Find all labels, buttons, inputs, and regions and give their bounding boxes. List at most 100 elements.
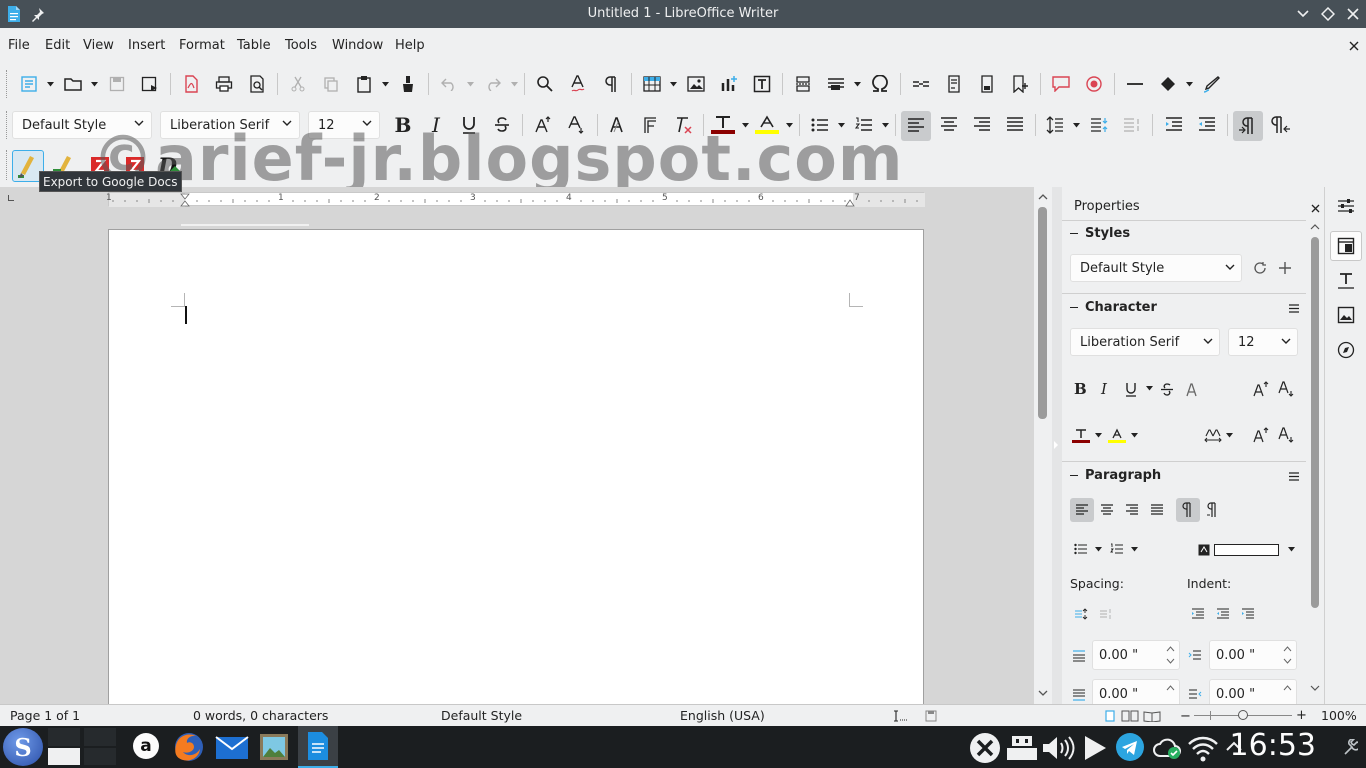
decrease-paragraph-spacing-icon[interactable]	[1118, 111, 1146, 139]
minimize-icon[interactable]	[1296, 8, 1310, 20]
zoom-slider-handle[interactable]	[1238, 710, 1248, 720]
spin-up-icon[interactable]	[1283, 646, 1292, 652]
insert-line-icon[interactable]	[1121, 70, 1149, 98]
insert-footnote-icon[interactable]	[940, 70, 968, 98]
multi-page-view-icon[interactable]	[1121, 710, 1139, 722]
vertical-scrollbar[interactable]	[1034, 187, 1052, 704]
sidebar-shrink-font-icon[interactable]	[1278, 381, 1294, 397]
below-spacing-icon[interactable]	[1072, 689, 1086, 701]
before-indent-field[interactable]: 0.00 "	[1209, 640, 1297, 670]
sidebar-ltr-icon[interactable]	[1176, 498, 1200, 522]
character-section-header[interactable]: Character	[1085, 300, 1157, 315]
scroll-up-icon[interactable]	[1310, 223, 1320, 230]
new-dropdown-icon[interactable]	[46, 70, 54, 98]
decrease-spacing-icon[interactable]	[1099, 608, 1113, 620]
horizontal-ruler[interactable]: 1 1 2 3 4 5 6 7	[106, 192, 925, 207]
sidebar-strikethrough-icon[interactable]	[1160, 382, 1174, 397]
close-window-icon[interactable]	[1346, 7, 1360, 21]
scroll-down-icon[interactable]	[1310, 685, 1320, 692]
cloud-sync-tray-icon[interactable]	[1152, 736, 1182, 760]
draw-functions-icon[interactable]	[1198, 70, 1226, 98]
new-document-icon[interactable]	[15, 70, 43, 98]
zoom-out-button[interactable]: −	[1180, 709, 1191, 724]
virtual-desktop-2[interactable]	[84, 728, 116, 746]
sidebar-bullets-icon[interactable]	[1074, 543, 1088, 555]
insert-textbox-icon[interactable]	[748, 70, 776, 98]
virtual-desktop-4[interactable]	[84, 748, 116, 765]
menu-edit[interactable]: Edit	[45, 38, 70, 53]
page-style[interactable]: Default Style	[441, 708, 522, 723]
sidebar-align-left-icon[interactable]	[1070, 498, 1094, 522]
undo-dropdown-icon[interactable]	[466, 70, 474, 98]
virtual-desktop-1[interactable]	[48, 728, 80, 746]
print-preview-icon[interactable]	[243, 70, 271, 98]
align-center-icon[interactable]	[935, 111, 963, 139]
more-options-icon[interactable]	[1289, 304, 1299, 313]
close-document-icon[interactable]	[1349, 41, 1359, 51]
sidebar-justify-icon[interactable]	[1150, 504, 1164, 516]
spin-down-icon[interactable]	[1283, 658, 1292, 664]
mail-app-icon[interactable]	[215, 733, 249, 761]
toolbar-grip[interactable]	[6, 111, 8, 139]
toolbar-grip[interactable]	[6, 150, 8, 180]
collapse-sidebar-icon[interactable]	[1053, 440, 1059, 450]
open-dropdown-icon[interactable]	[90, 70, 98, 98]
paragraph-section-header[interactable]: Paragraph	[1085, 468, 1161, 483]
sidebar-font-size-combo[interactable]: 12	[1228, 328, 1298, 356]
before-indent-icon[interactable]	[1188, 650, 1202, 662]
scroll-up-icon[interactable]	[1038, 193, 1048, 200]
insert-endnote-icon[interactable]	[973, 70, 1001, 98]
menu-insert[interactable]: Insert	[128, 38, 165, 53]
virtual-desktop-3[interactable]	[48, 748, 80, 765]
increase-spacing-icon[interactable]	[1074, 608, 1088, 620]
insert-field-icon[interactable]	[822, 70, 850, 98]
special-character-icon[interactable]	[866, 70, 894, 98]
word-count[interactable]: 0 words, 0 characters	[193, 708, 328, 723]
insert-chart-icon[interactable]	[715, 70, 743, 98]
media-play-tray-icon[interactable]	[1083, 735, 1107, 761]
export-pdf-icon[interactable]	[177, 70, 205, 98]
book-view-icon[interactable]	[1143, 710, 1161, 722]
insert-table-icon[interactable]	[638, 70, 666, 98]
sidebar-underline-icon[interactable]	[1124, 382, 1138, 397]
decrease-indent-icon[interactable]	[1193, 111, 1221, 139]
sidebar-increase-indent-icon[interactable]	[1191, 608, 1205, 620]
more-options-icon[interactable]	[1289, 472, 1299, 481]
insert-bookmark-icon[interactable]	[1006, 70, 1034, 98]
table-dropdown-icon[interactable]	[669, 70, 677, 98]
increase-paragraph-spacing-icon[interactable]	[1085, 111, 1113, 139]
line-spacing-icon[interactable]	[1041, 111, 1069, 139]
sidebar-subscript-icon[interactable]	[1278, 427, 1294, 443]
menu-window[interactable]: Window	[332, 38, 383, 53]
zoom-level[interactable]: 100%	[1321, 708, 1357, 723]
after-indent-field[interactable]: 0.00 "	[1209, 679, 1297, 704]
sidebar-font-color-icon[interactable]	[1072, 428, 1090, 444]
menu-format[interactable]: Format	[179, 38, 225, 53]
insert-page-break-icon[interactable]	[789, 70, 817, 98]
above-spacing-icon[interactable]	[1072, 650, 1086, 662]
highlight-dropdown-icon[interactable]	[1131, 433, 1138, 438]
left-to-right-icon[interactable]	[1233, 111, 1263, 141]
spelling-icon[interactable]	[564, 70, 592, 98]
numbering-dropdown-icon[interactable]	[1131, 547, 1138, 552]
underline-dropdown-icon[interactable]	[1146, 386, 1153, 391]
usb-devices-tray-icon[interactable]	[1006, 734, 1038, 762]
start-menu-icon[interactable]: S	[3, 728, 43, 766]
below-spacing-field[interactable]: 0.00 "	[1092, 679, 1180, 704]
paste-dropdown-icon[interactable]	[381, 70, 389, 98]
document-modified-icon[interactable]	[925, 710, 937, 722]
panel-settings-icon[interactable]	[1342, 739, 1358, 755]
track-changes-icon[interactable]	[1080, 70, 1108, 98]
open-folder-icon[interactable]	[59, 70, 87, 98]
document-page[interactable]	[108, 229, 924, 704]
menu-file[interactable]: File	[8, 38, 30, 53]
sidebar-superscript-icon[interactable]	[1253, 427, 1269, 443]
insert-hyperlink-icon[interactable]	[907, 70, 935, 98]
spin-up-icon[interactable]	[1283, 685, 1292, 691]
zoom-in-button[interactable]: +	[1296, 708, 1307, 723]
increase-indent-icon[interactable]	[1160, 111, 1188, 139]
clock[interactable]: 16:53	[1230, 728, 1316, 763]
background-dropdown-icon[interactable]	[1288, 547, 1295, 552]
sidebar-shadow-icon[interactable]	[1185, 382, 1199, 397]
redo-icon[interactable]	[479, 70, 507, 98]
